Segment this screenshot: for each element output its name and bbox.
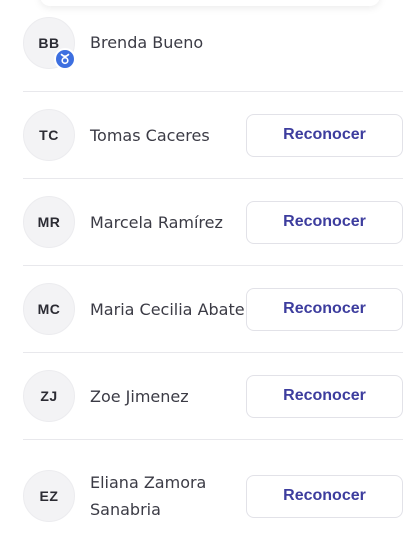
taurus-icon xyxy=(54,47,76,70)
avatar: MC xyxy=(23,283,75,335)
person-name: Marcela Ramírez xyxy=(90,212,223,232)
people-list: BB Brenda Bueno TC Tomas Caceres Reconoc… xyxy=(23,0,403,552)
recognize-button[interactable]: Reconocer xyxy=(246,374,403,418)
avatar-initials: MR xyxy=(37,214,61,230)
avatar: TC xyxy=(23,109,75,161)
recognize-button[interactable]: Reconocer xyxy=(246,113,403,157)
avatar-initials: MC xyxy=(37,301,61,317)
person-name: Eliana Zamora Sanabria xyxy=(90,473,207,519)
person-name: Maria Cecilia Abate xyxy=(90,299,245,319)
avatar-initials: EZ xyxy=(39,488,59,504)
list-item: TC Tomas Caceres Reconocer xyxy=(23,92,403,179)
recognize-button[interactable]: Reconocer xyxy=(246,200,403,244)
list-item: BB Brenda Bueno xyxy=(23,0,403,92)
person-name: Brenda Bueno xyxy=(90,33,204,52)
avatar: EZ xyxy=(23,470,75,522)
recognize-button[interactable]: Reconocer xyxy=(246,287,403,331)
avatar: MR xyxy=(23,196,75,248)
list-item: ZJ Zoe Jimenez Reconocer xyxy=(23,353,403,440)
avatar: ZJ xyxy=(23,370,75,422)
avatar-initials: TC xyxy=(39,127,59,143)
person-name: Tomas Caceres xyxy=(90,125,210,145)
recognize-button[interactable]: Reconocer xyxy=(246,474,403,518)
list-item: MC Maria Cecilia Abate Reconocer xyxy=(23,266,403,353)
person-name: Zoe Jimenez xyxy=(90,386,189,406)
avatar: BB xyxy=(23,16,76,70)
list-item: EZ Eliana Zamora Sanabria Reconocer xyxy=(23,440,403,552)
avatar-initials: BB xyxy=(38,34,60,51)
list-item: MR Marcela Ramírez Reconocer xyxy=(23,179,403,266)
avatar-initials: ZJ xyxy=(40,388,58,404)
